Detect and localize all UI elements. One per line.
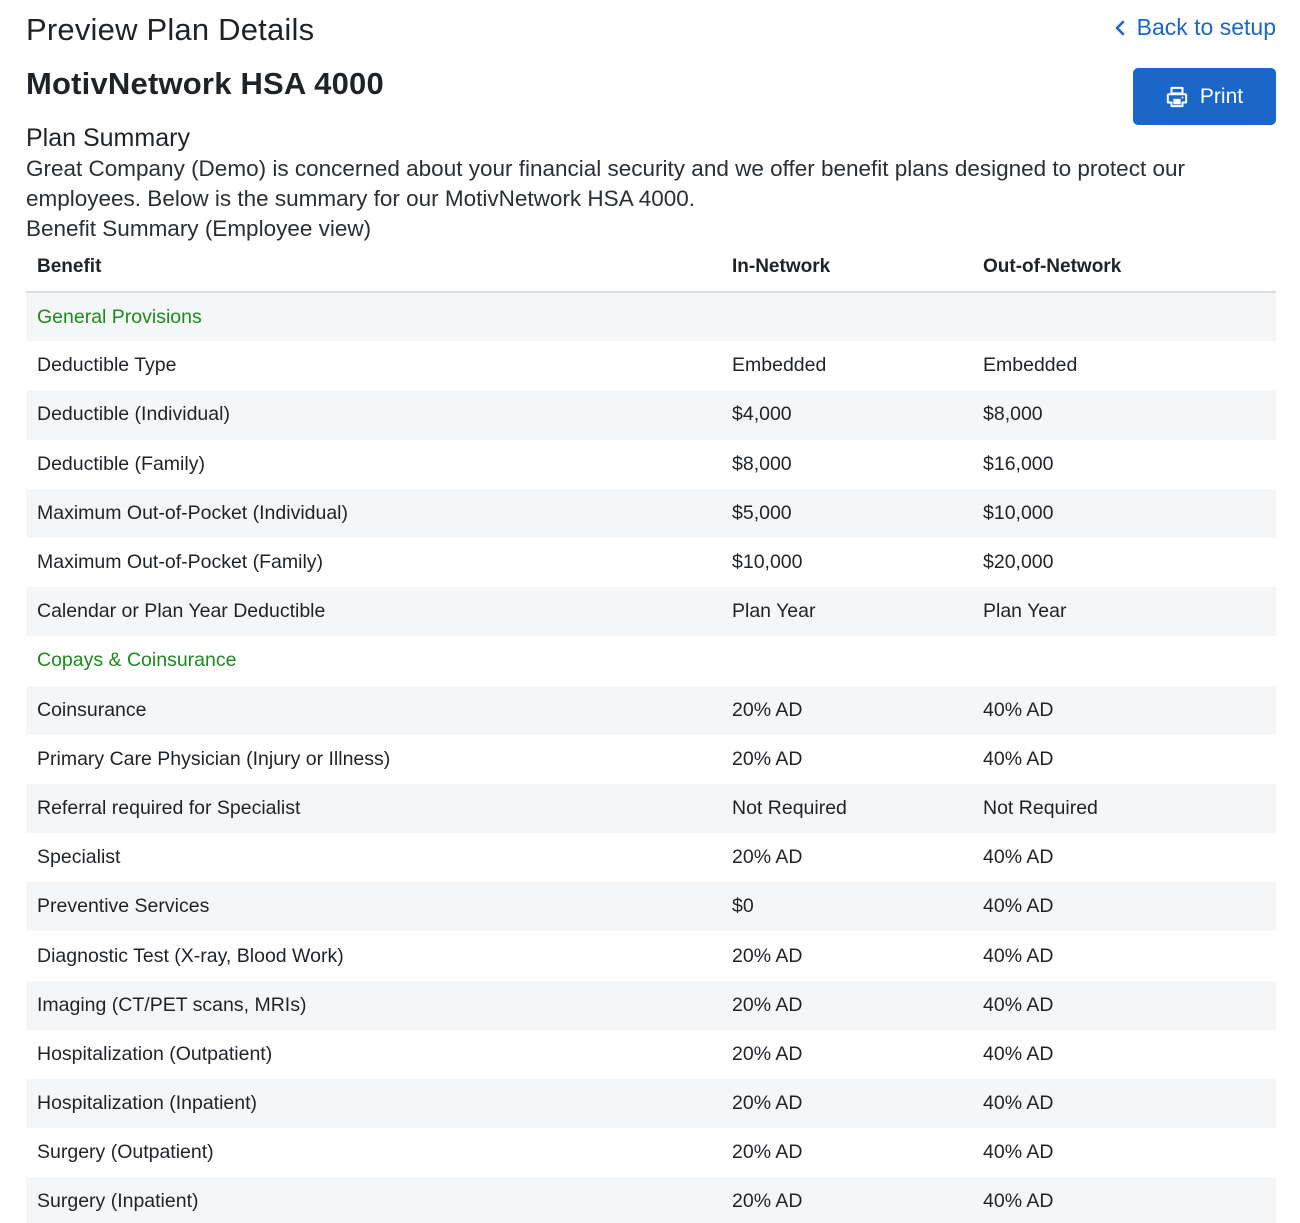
out-of-network-cell: 40% AD xyxy=(972,833,1276,883)
section-title: Copays & Coinsurance xyxy=(26,636,1276,686)
benefits-table: Benefit In-Network Out-of-Network Genera… xyxy=(26,243,1276,1223)
benefit-name-cell: Specialist xyxy=(26,833,721,883)
print-label: Print xyxy=(1199,84,1244,108)
column-header-in-network: In-Network xyxy=(721,243,972,293)
in-network-cell: 20% AD xyxy=(721,833,972,883)
table-row: Surgery (Outpatient) 20% AD 40% AD xyxy=(26,1128,1276,1178)
plan-summary-heading: Plan Summary xyxy=(26,124,190,152)
print-button[interactable]: Print xyxy=(1133,68,1276,125)
column-header-benefit: Benefit xyxy=(26,243,721,293)
benefit-name-cell: Diagnostic Test (X-ray, Blood Work) xyxy=(26,931,721,981)
benefit-name-cell: Referral required for Specialist xyxy=(26,783,721,834)
table-row: Imaging (CT/PET scans, MRIs) 20% AD 40% AD xyxy=(26,980,1276,1030)
section-row: General Provisions xyxy=(26,292,1276,342)
in-network-cell: $10,000 xyxy=(721,537,972,588)
table-row: Maximum Out-of-Pocket (Family) $10,000 $20… xyxy=(26,537,1276,588)
in-network-cell: Embedded xyxy=(721,341,972,391)
out-of-network-cell: 40% AD xyxy=(972,1079,1276,1129)
in-network-cell: 20% AD xyxy=(721,685,972,735)
benefit-name-cell: Calendar or Plan Year Deductible xyxy=(26,587,721,637)
benefit-name-cell: Deductible (Family) xyxy=(26,439,721,489)
table-row: Maximum Out-of-Pocket (Individual) $5,000… xyxy=(26,488,1276,538)
table-row: Surgery (Inpatient) 20% AD 40% AD xyxy=(26,1177,1276,1223)
chevron-left-icon xyxy=(1115,20,1124,35)
out-of-network-cell: $10,000 xyxy=(972,488,1276,538)
out-of-network-cell: 40% AD xyxy=(972,685,1276,735)
out-of-network-cell: $20,000 xyxy=(972,537,1276,588)
in-network-cell: Not Required xyxy=(721,783,972,834)
benefit-name-cell: Hospitalization (Outpatient) xyxy=(26,1029,721,1079)
benefit-name-cell: Maximum Out-of-Pocket (Family) xyxy=(26,537,721,588)
benefit-name-cell: Preventive Services xyxy=(26,882,721,932)
page-title: Preview Plan Details xyxy=(26,12,315,47)
back-to-setup-link[interactable]: Back to setup xyxy=(1113,14,1276,41)
in-network-cell: $5,000 xyxy=(721,488,972,538)
benefit-summary-label: Benefit Summary (Employee view) xyxy=(26,216,372,241)
out-of-network-cell: 40% AD xyxy=(972,1128,1276,1178)
in-network-cell: 20% AD xyxy=(721,734,972,784)
plan-summary: Plan Summary Great Company (Demo) is con… xyxy=(26,122,1276,244)
in-network-cell: $8,000 xyxy=(721,439,972,489)
out-of-network-cell: 40% AD xyxy=(972,882,1276,932)
back-to-setup-label: Back to setup xyxy=(1136,14,1276,40)
out-of-network-cell: $16,000 xyxy=(972,439,1276,489)
benefit-name-cell: Deductible Type xyxy=(26,341,721,391)
table-row: Hospitalization (Inpatient) 20% AD 40% AD xyxy=(26,1079,1276,1129)
table-row: Specialist 20% AD 40% AD xyxy=(26,833,1276,883)
in-network-cell: $4,000 xyxy=(721,390,972,440)
plan-summary-text: Great Company (Demo) is concerned about … xyxy=(26,156,1185,211)
table-row: Primary Care Physician (Injury or Illnes… xyxy=(26,734,1276,784)
out-of-network-cell: 40% AD xyxy=(972,1029,1276,1079)
in-network-cell: 20% AD xyxy=(721,980,972,1030)
benefit-name-cell: Hospitalization (Inpatient) xyxy=(26,1079,721,1129)
in-network-cell: 20% AD xyxy=(721,1029,972,1079)
benefit-name-cell: Maximum Out-of-Pocket (Individual) xyxy=(26,488,721,538)
out-of-network-cell: 40% AD xyxy=(972,734,1276,784)
benefit-name-cell: Primary Care Physician (Injury or Illnes… xyxy=(26,734,721,784)
benefit-name-cell: Coinsurance xyxy=(26,685,721,735)
out-of-network-cell: Embedded xyxy=(972,341,1276,391)
table-row: Coinsurance 20% AD 40% AD xyxy=(26,685,1276,735)
table-row: Referral required for Specialist Not Requ… xyxy=(26,783,1276,834)
table-header-row: Benefit In-Network Out-of-Network xyxy=(26,243,1276,293)
out-of-network-cell: 40% AD xyxy=(972,1177,1276,1223)
plan-preview-page: Preview Plan Details Back to setup Motiv… xyxy=(0,0,1300,1223)
in-network-cell: 20% AD xyxy=(721,1177,972,1223)
benefit-name-cell: Deductible (Individual) xyxy=(26,390,721,440)
in-network-cell: 20% AD xyxy=(721,1128,972,1178)
table-row: Hospitalization (Outpatient) 20% AD 40% AD xyxy=(26,1029,1276,1079)
table-row: Preventive Services $0 40% AD xyxy=(26,882,1276,932)
benefits-table-body: General Provisions Deductible Type Embedde… xyxy=(26,292,1276,1223)
table-row: Deductible (Family) $8,000 $16,000 xyxy=(26,439,1276,489)
table-row: Deductible (Individual) $4,000 $8,000 xyxy=(26,390,1276,440)
table-row: Deductible Type Embedded Embedded xyxy=(26,341,1276,391)
out-of-network-cell: Plan Year xyxy=(972,587,1276,637)
in-network-cell: 20% AD xyxy=(721,1079,972,1129)
plan-name: MotivNetwork HSA 4000 xyxy=(26,66,384,101)
out-of-network-cell: 40% AD xyxy=(972,980,1276,1030)
section-row: Copays & Coinsurance xyxy=(26,636,1276,686)
benefit-name-cell: Imaging (CT/PET scans, MRIs) xyxy=(26,980,721,1030)
page-header: Preview Plan Details Back to setup xyxy=(26,8,1276,48)
column-header-out-of-network: Out-of-Network xyxy=(972,243,1276,293)
out-of-network-cell: Not Required xyxy=(972,783,1276,834)
in-network-cell: 20% AD xyxy=(721,931,972,981)
out-of-network-cell: $8,000 xyxy=(972,390,1276,440)
printer-icon xyxy=(1166,86,1188,107)
table-row: Calendar or Plan Year Deductible Plan Yea… xyxy=(26,587,1276,637)
section-title: General Provisions xyxy=(26,292,1276,342)
benefit-name-cell: Surgery (Outpatient) xyxy=(26,1128,721,1178)
benefit-name-cell: Surgery (Inpatient) xyxy=(26,1177,721,1223)
in-network-cell: $0 xyxy=(721,882,972,932)
out-of-network-cell: 40% AD xyxy=(972,931,1276,981)
table-row: Diagnostic Test (X-ray, Blood Work) 20% A… xyxy=(26,931,1276,981)
in-network-cell: Plan Year xyxy=(721,587,972,637)
